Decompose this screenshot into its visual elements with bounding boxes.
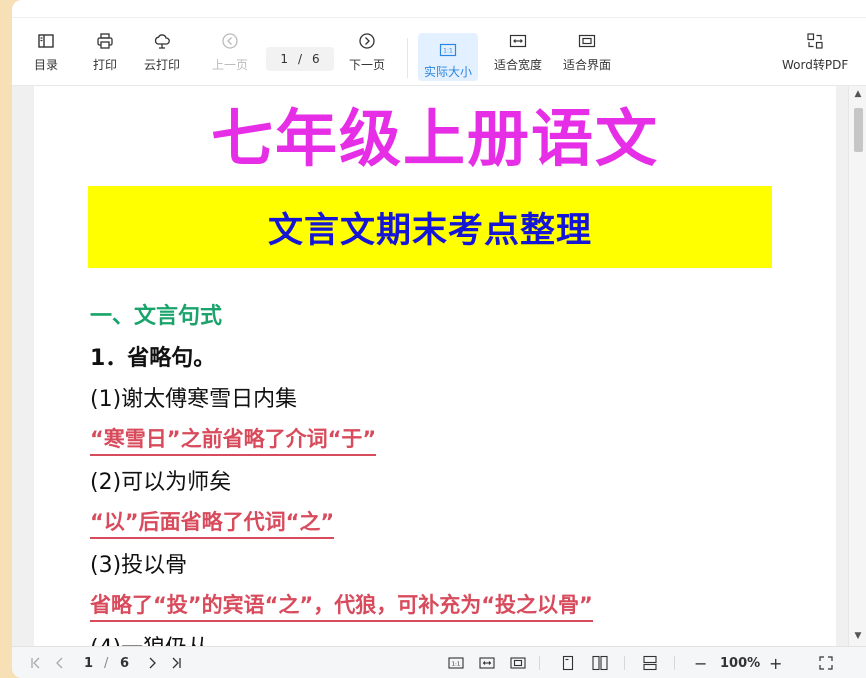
print-button[interactable]: 打印 [93, 32, 117, 82]
example-sentence: (1)谢太傅寒雪日内集 [90, 387, 298, 412]
scroll-up-arrow-icon[interactable]: ▲ [849, 89, 866, 99]
circle-right-icon [359, 33, 375, 49]
svg-text:1:1: 1:1 [452, 662, 461, 668]
status-divider [624, 656, 625, 670]
status-fit-width-icon[interactable] [479, 654, 495, 672]
convert-icon [807, 33, 823, 49]
word-to-pdf-label: Word转PDF [782, 58, 849, 72]
prev-page-button[interactable]: 上一页 [212, 32, 248, 82]
answer-note: “以”后面省略了代词“之” [90, 506, 335, 539]
first-page-icon[interactable] [28, 654, 44, 672]
example-sentence: (3)投以骨 [90, 553, 188, 578]
toolbar-divider [407, 38, 408, 78]
prev-page-icon[interactable] [52, 654, 68, 672]
sidebar-icon [38, 34, 54, 48]
last-page-icon[interactable] [168, 654, 184, 672]
status-bar: 1 / 6 1:1 − 100% + [12, 646, 866, 678]
status-current-page[interactable]: 1 [84, 654, 93, 672]
fit-width-label: 适合宽度 [494, 58, 543, 72]
scrollbar-thumb[interactable] [854, 108, 863, 152]
vertical-scrollbar[interactable]: ▲ ▼ [848, 86, 866, 646]
cloud-print-label: 云打印 [144, 58, 181, 72]
cloud-icon [154, 34, 170, 49]
subtitle-text: 文言文期末考点整理 [267, 210, 592, 251]
circle-left-icon [222, 33, 238, 49]
actual-size-label: 实际大小 [423, 65, 472, 79]
top-strip [12, 0, 866, 18]
answer-note: 省略了“投”的宾语“之”，代狼，可补充为“投之以骨” [90, 589, 593, 622]
answer-note: “寒雪日”之前省略了介词“于” [90, 423, 377, 456]
zoom-level[interactable]: 100% [720, 654, 760, 672]
actual-size-button[interactable]: 1:1 实际大小 [418, 33, 478, 81]
example-sentence: (2)可以为师矣 [90, 470, 232, 495]
status-fit-page-icon[interactable] [510, 654, 526, 672]
current-page: 1 [280, 52, 288, 66]
page-separator: / [297, 52, 303, 66]
scroll-down-arrow-icon[interactable]: ▼ [849, 631, 866, 641]
status-divider [674, 656, 675, 670]
fit-width-button[interactable]: 适合宽度 [494, 32, 542, 82]
actual-size-icon: 1:1 [439, 43, 457, 57]
toc-label: 目录 [34, 58, 59, 72]
continuous-scroll-icon[interactable] [642, 654, 658, 672]
toc-button[interactable]: 目录 [34, 32, 58, 82]
status-actual-size-icon[interactable]: 1:1 [448, 654, 464, 672]
prev-page-label: 上一页 [212, 58, 249, 72]
status-page-separator: / [104, 655, 109, 671]
document-title: 七年级上册语文 [210, 102, 659, 175]
fit-page-button[interactable]: 适合界面 [563, 32, 611, 82]
cloud-print-button[interactable]: 云打印 [144, 32, 180, 82]
page-number-box[interactable]: 1 / 6 [266, 47, 334, 71]
example-sentence-partial: (4)一狼仍从 [90, 630, 209, 646]
subsection-heading: 1．省略句。 [90, 346, 216, 371]
section-heading: 一、文言句式 [90, 304, 223, 329]
fit-width-icon [509, 34, 527, 48]
word-to-pdf-button[interactable]: Word转PDF [782, 32, 848, 82]
print-label: 打印 [93, 58, 118, 72]
pdf-reader-window: 目录 打印 云打印 上一页 1 / 6 下一页 1:1 实际大小 适合宽度 适合… [12, 0, 866, 678]
next-page-label: 下一页 [349, 58, 386, 72]
status-divider [539, 656, 540, 670]
next-page-icon[interactable] [144, 654, 160, 672]
status-total-pages: 6 [120, 655, 130, 671]
svg-text:1:1: 1:1 [443, 48, 453, 55]
document-viewer[interactable]: 七年级上册语文 文言文期末考点整理 一、文言句式 1．省略句。 (1)谢太傅寒雪… [12, 86, 866, 646]
next-page-button[interactable]: 下一页 [349, 32, 385, 82]
document-page: 七年级上册语文 文言文期末考点整理 一、文言句式 1．省略句。 (1)谢太傅寒雪… [34, 86, 836, 646]
zoom-out-button[interactable]: − [694, 654, 707, 673]
total-pages: 6 [312, 52, 320, 66]
fit-page-icon [578, 34, 596, 48]
single-page-icon[interactable] [560, 654, 576, 672]
subtitle-banner: 文言文期末考点整理 [88, 186, 772, 268]
toolbar: 目录 打印 云打印 上一页 1 / 6 下一页 1:1 实际大小 适合宽度 适合… [12, 18, 866, 86]
fit-page-label: 适合界面 [563, 58, 612, 72]
printer-icon [97, 33, 113, 49]
zoom-in-button[interactable]: + [769, 654, 782, 673]
two-page-icon[interactable] [592, 654, 608, 672]
fullscreen-icon[interactable] [818, 654, 834, 672]
